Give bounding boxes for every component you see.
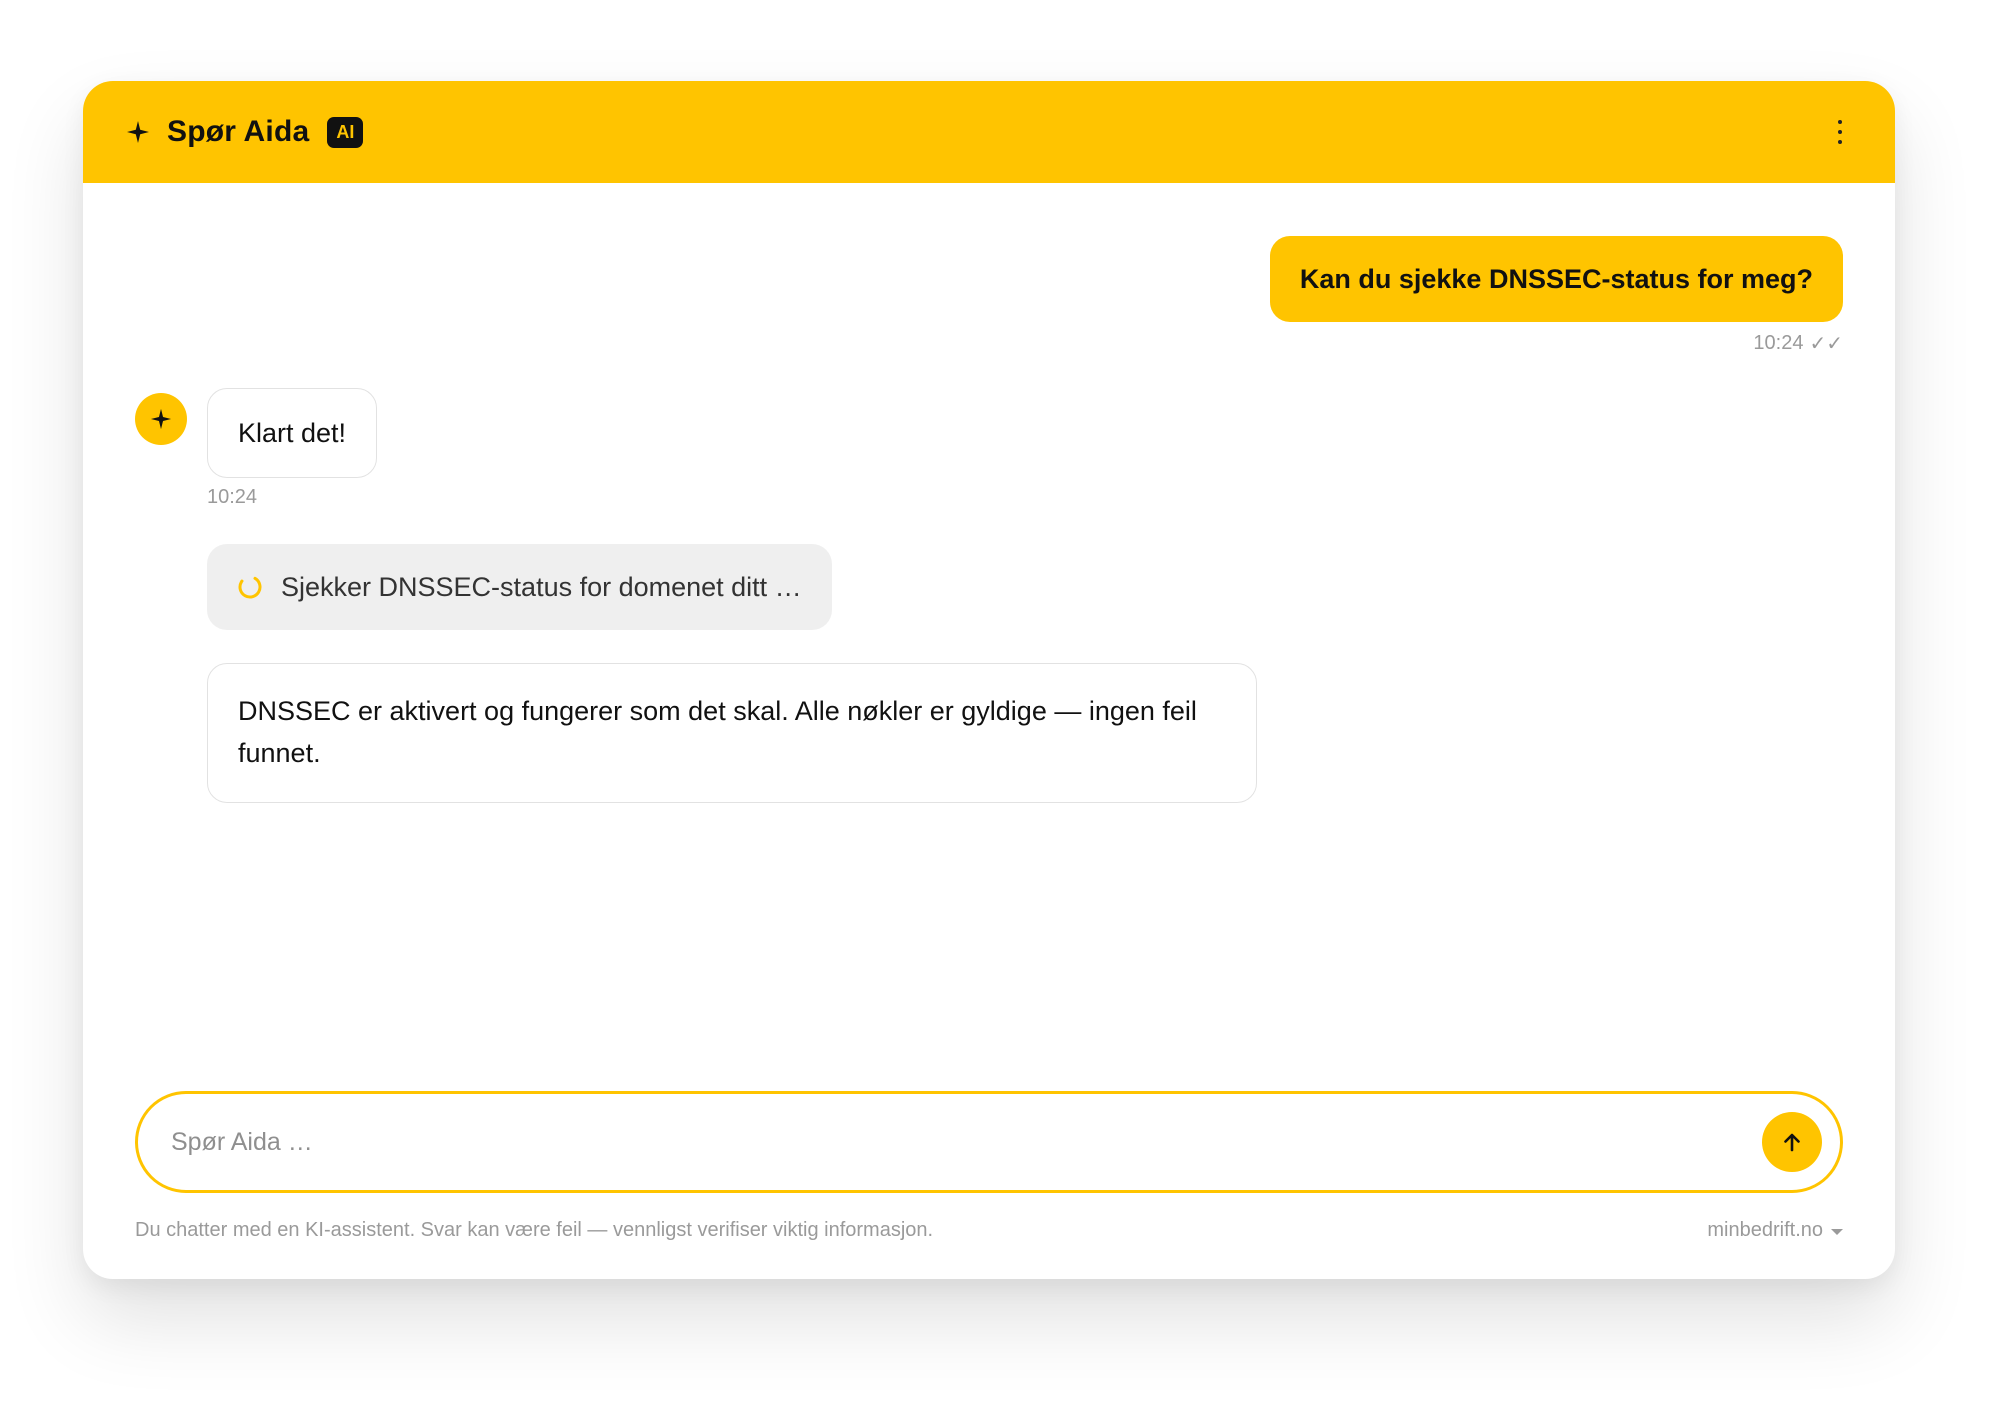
user-message-text: Kan du sjekke DNSSEC-status for meg? (1299, 263, 1813, 294)
bot-result-message: DNSSEC er aktivert og fungerer som det s… (207, 663, 1257, 803)
status-message: Sjekker DNSSEC-status for domenet ditt … (207, 544, 832, 630)
domain-selector-label: minbedrift.no (1707, 1219, 1823, 1241)
header-title: Spør Aida (167, 115, 310, 148)
bot-result-text: DNSSEC er aktivert og fungerer som det s… (238, 696, 1197, 768)
chat-input[interactable] (171, 1127, 1762, 1157)
arrow-up-icon (1784, 1133, 1800, 1152)
loading-spinner-icon (238, 575, 262, 599)
user-message: Kan du sjekke DNSSEC-status for meg? (1269, 236, 1843, 322)
ai-badge: AI (327, 116, 364, 148)
chat-header: Spør Aida AI (83, 81, 1895, 183)
chevron-down-icon (1831, 1228, 1843, 1235)
bot-message: Klart det! (207, 388, 378, 478)
user-message-time: 10:24 (1753, 332, 1804, 354)
sparkle-icon (123, 117, 153, 147)
kebab-menu-icon[interactable] (1825, 112, 1855, 152)
status-message-text: Sjekker DNSSEC-status for domenet ditt … (281, 571, 802, 602)
send-button[interactable] (1762, 1112, 1822, 1172)
read-receipt-icon: ✓✓ (1809, 333, 1843, 355)
disclaimer-text: Du chatter med en KI-assistent. Svar kan… (135, 1219, 934, 1241)
sparkle-icon (150, 408, 172, 430)
bot-message-text: Klart det! (238, 417, 347, 448)
chat-window: Spør Aida AI Kan du sjekke DNSSEC-status… (83, 81, 1895, 1279)
domain-selector[interactable]: minbedrift.no (1707, 1219, 1843, 1242)
bot-avatar (135, 393, 187, 445)
user-message-meta: 10:24 ✓✓ (1753, 331, 1843, 356)
bot-message-time: 10:24 (207, 486, 258, 508)
composer (135, 1091, 1843, 1193)
